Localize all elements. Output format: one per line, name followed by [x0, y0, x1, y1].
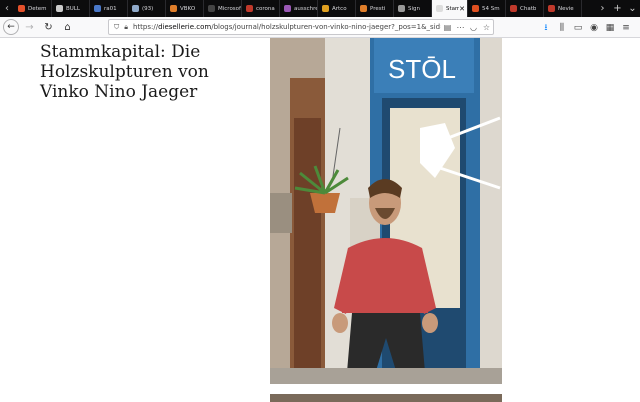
tab-favicon-icon [18, 5, 25, 12]
article-photo: STŌL [270, 38, 502, 384]
tracking-shield-icon[interactable]: ⛉ [114, 23, 119, 32]
browser-tab[interactable]: Detem [14, 0, 52, 17]
browser-tab[interactable]: BULL [52, 0, 90, 17]
tab-favicon-icon [548, 5, 555, 12]
artist-photo-illustration: STŌL [270, 38, 502, 384]
address-bar[interactable]: ⛉ 🔒︎ https://diesellerie.com/blogs/journ… [108, 19, 494, 35]
tab-title: 54 Sm [482, 5, 500, 12]
tab-title: Nevie [558, 5, 574, 12]
tab-title: Sign [408, 5, 420, 12]
second-article-photo [270, 394, 502, 402]
close-tab-icon[interactable]: ✕ [459, 5, 465, 13]
browser-tab[interactable]: Presti [356, 0, 394, 17]
tab-title: Presti [370, 5, 386, 12]
download-icon[interactable]: ⭳ [538, 20, 554, 36]
menu-icon[interactable]: ≡ [618, 23, 634, 33]
tab-favicon-icon [436, 5, 443, 12]
browser-tab[interactable]: Sign [394, 0, 432, 17]
scroll-tabs-left-icon[interactable]: ‹ [0, 0, 14, 17]
forward-button[interactable]: → [21, 19, 38, 36]
tab-favicon-icon [170, 5, 177, 12]
browser-tab[interactable]: VBKÖ [166, 0, 204, 17]
browser-tab[interactable]: corona [242, 0, 280, 17]
tab-favicon-icon [398, 5, 405, 12]
browser-tab[interactable]: Artco [318, 0, 356, 17]
tab-favicon-icon [322, 5, 329, 12]
browser-tab[interactable]: Nevie [544, 0, 582, 17]
tab-title: Artco [332, 5, 347, 12]
browser-tab[interactable]: Stamm✕ [432, 0, 468, 17]
tab-strip: Detem BULL ra01 (93) VBKÖ Microsof corona aussc… [14, 0, 595, 17]
scroll-tabs-right-icon[interactable]: › [595, 3, 610, 14]
tab-favicon-icon [360, 5, 367, 12]
tab-favicon-icon [56, 5, 63, 12]
tab-favicon-icon [94, 5, 101, 12]
browser-tab[interactable]: Microsof [204, 0, 242, 17]
list-all-tabs-icon[interactable]: ⌄ [625, 3, 640, 14]
reader-view-icon[interactable]: ▤ [441, 23, 454, 32]
browser-tab[interactable]: Chatb [506, 0, 544, 17]
tab-title: ra01 [104, 5, 117, 12]
lock-icon[interactable]: 🔒︎ [124, 23, 128, 32]
tab-title: Chatb [520, 5, 537, 12]
tab-favicon-icon [246, 5, 253, 12]
bookmark-star-icon[interactable]: ☆ [480, 23, 493, 32]
reload-button[interactable]: ↻ [40, 19, 57, 36]
tab-favicon-icon [132, 5, 139, 12]
article-title: Stammkapital: Die Holzskulpturen von Vin… [40, 42, 209, 102]
new-tab-icon[interactable]: + [610, 3, 625, 14]
url-text[interactable]: https://diesellerie.com/blogs/journal/ho… [133, 23, 441, 31]
navigation-toolbar: ← → ↻ ⌂ ⛉ 🔒︎ https://diesellerie.com/blo… [0, 17, 640, 38]
tab-title: Detem [28, 5, 47, 12]
pocket-icon[interactable]: ◡ [467, 23, 480, 32]
shop-sign-text: STŌL [388, 54, 456, 84]
tab-title: Microsof [218, 5, 241, 12]
sidebar-icon[interactable]: ▭ [570, 23, 586, 33]
tab-title: corona [256, 5, 275, 12]
page-actions-icon[interactable]: ⋯ [454, 23, 467, 32]
back-button[interactable]: ← [3, 19, 19, 35]
browser-tab[interactable]: (93) [128, 0, 166, 17]
tab-favicon-icon [510, 5, 517, 12]
tab-title: (93) [142, 5, 154, 12]
tab-favicon-icon [284, 5, 291, 12]
tab-title: VBKÖ [180, 5, 196, 12]
tab-favicon-icon [208, 5, 215, 12]
library-icon[interactable]: ⫼ [554, 23, 570, 33]
browser-tab[interactable]: ra01 [90, 0, 128, 17]
page-content: Stammkapital: Die Holzskulpturen von Vin… [0, 38, 640, 402]
home-button[interactable]: ⌂ [59, 19, 76, 36]
tab-title: ausschreib [294, 5, 317, 12]
browser-tab[interactable]: ausschreib [280, 0, 318, 17]
tab-title: BULL [66, 5, 80, 12]
extensions-icon[interactable]: ▦ [602, 23, 618, 33]
account-icon[interactable]: ◉ [586, 23, 602, 33]
tab-bar: ‹ Detem BULL ra01 (93) VBKÖ Microsof corona aus… [0, 0, 640, 17]
tab-title: Stamm [446, 5, 459, 12]
browser-tab[interactable]: 54 Sm [468, 0, 506, 17]
tab-favicon-icon [472, 5, 479, 12]
